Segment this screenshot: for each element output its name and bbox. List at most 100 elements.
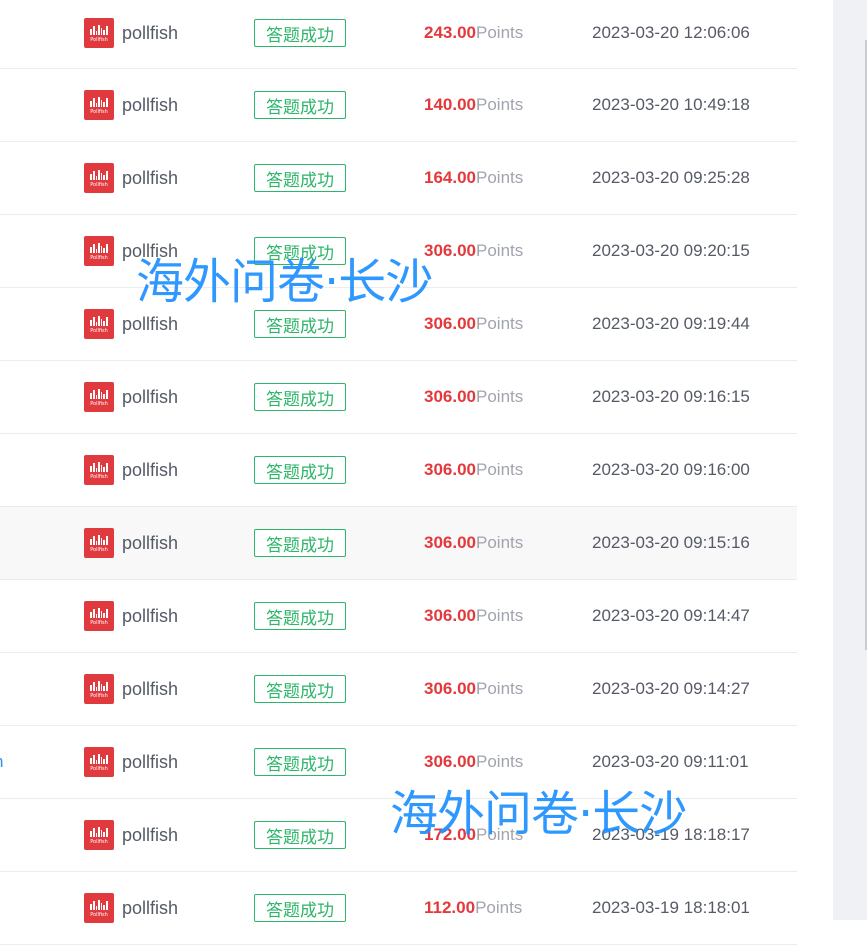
- timestamp: 2023-03-20 09:20:15: [592, 241, 750, 260]
- points-value: 243.00 Points: [424, 0, 523, 68]
- points-unit: Points: [475, 898, 523, 917]
- pollfish-logo-icon: Pollfish: [84, 528, 114, 558]
- points-number: 112.00: [424, 898, 476, 917]
- vendor-name: pollfish: [122, 459, 179, 480]
- points-number: 140.00: [424, 95, 476, 114]
- points-unit: Points: [476, 95, 524, 114]
- timestamp: 2023-03-20 09:19:44: [592, 314, 750, 333]
- logo-text: Pollfish: [90, 546, 108, 553]
- vendor-name: pollfish: [122, 897, 179, 918]
- pollfish-logo-icon: Pollfish: [84, 309, 114, 339]
- pollfish-logo-icon: Pollfish: [84, 601, 114, 631]
- points-value: 306.00 Points: [424, 580, 523, 652]
- timestamp: 2023-03-19 18:18:01: [592, 898, 750, 917]
- pollfish-logo-icon: Pollfish: [84, 455, 114, 485]
- logo-text: Pollfish: [90, 108, 108, 115]
- points-number: 243.00: [424, 23, 476, 42]
- pollfish-logo-icon: Pollfish: [84, 163, 114, 193]
- scrollbar-track[interactable]: [833, 0, 867, 920]
- points-number: 306.00: [424, 752, 476, 771]
- table-row: Pollfish pollfish 答题成功 306.00 Points 2023-03-…: [0, 653, 797, 726]
- pollfish-logo-icon: Pollfish: [84, 674, 114, 704]
- vendor-name: pollfish: [122, 94, 179, 115]
- pollfish-logo-icon: Pollfish: [84, 820, 114, 850]
- status-badge: 答题成功: [254, 91, 346, 119]
- row-link-text[interactable]: h: [0, 726, 3, 798]
- logo-text: Pollfish: [90, 911, 108, 918]
- status-badge: 答题成功: [254, 164, 346, 192]
- points-value: 112.00 Points: [424, 872, 522, 944]
- timestamp: 2023-03-20 09:25:28: [592, 168, 750, 187]
- points-value: 140.00 Points: [424, 69, 523, 141]
- logo-text: Pollfish: [90, 473, 108, 480]
- points-unit: Points: [476, 387, 524, 406]
- table-row: Pollfish pollfish 答题成功 164.00 Points 2023-03-…: [0, 142, 797, 215]
- timestamp: 2023-03-20 12:06:06: [592, 23, 750, 42]
- points-unit: Points: [476, 606, 524, 625]
- vendor-name: pollfish: [122, 678, 179, 699]
- timestamp: 2023-03-20 09:16:15: [592, 387, 750, 406]
- status-badge: 答题成功: [254, 19, 346, 47]
- timestamp: 2023-03-20 10:49:18: [592, 95, 750, 114]
- pollfish-logo-icon: Pollfish: [84, 747, 114, 777]
- pollfish-logo-icon: Pollfish: [84, 18, 114, 48]
- points-value: 306.00 Points: [424, 653, 523, 725]
- vendor-name: pollfish: [122, 605, 179, 626]
- logo-text: Pollfish: [90, 765, 108, 772]
- points-value: 306.00 Points: [424, 288, 523, 360]
- points-number: 164.00: [424, 168, 476, 187]
- points-value: 306.00 Points: [424, 361, 523, 433]
- status-badge: 答题成功: [254, 602, 346, 630]
- logo-text: Pollfish: [90, 327, 108, 334]
- table-row: Pollfish pollfish 答题成功 306.00 Points 2023-03-…: [0, 434, 797, 507]
- table-row: Pollfish pollfish 答题成功 112.00 Points 2023-03-…: [0, 872, 797, 945]
- timestamp: 2023-03-20 09:16:00: [592, 460, 750, 479]
- logo-text: Pollfish: [90, 619, 108, 626]
- points-value: 164.00 Points: [424, 142, 523, 214]
- points-value: 306.00 Points: [424, 215, 523, 287]
- table-row: Pollfish pollfish 答题成功 306.00 Points 2023-03-…: [0, 361, 797, 434]
- status-badge: 答题成功: [254, 310, 346, 338]
- points-number: 306.00: [424, 679, 476, 698]
- logo-text: Pollfish: [90, 838, 108, 845]
- pollfish-logo-icon: Pollfish: [84, 382, 114, 412]
- timestamp: 2023-03-20 09:15:16: [592, 533, 750, 552]
- pollfish-logo-icon: Pollfish: [84, 90, 114, 120]
- logo-text: Pollfish: [90, 181, 108, 188]
- watermark: 海外问卷·长沙: [136, 254, 433, 310]
- status-badge: 答题成功: [254, 748, 346, 776]
- status-badge: 答题成功: [254, 821, 346, 849]
- logo-text: Pollfish: [90, 692, 108, 699]
- points-value: 306.00 Points: [424, 507, 523, 579]
- vendor-name: pollfish: [122, 167, 179, 188]
- points-unit: Points: [476, 23, 524, 42]
- table-row: Pollfish pollfish 答题成功 306.00 Points 2023-03-…: [0, 507, 797, 580]
- points-unit: Points: [476, 241, 524, 260]
- points-number: 306.00: [424, 606, 476, 625]
- points-unit: Points: [476, 533, 524, 552]
- points-value: 306.00 Points: [424, 434, 523, 506]
- vendor-name: pollfish: [122, 386, 179, 407]
- vendor-name: pollfish: [122, 751, 179, 772]
- timestamp: 2023-03-20 09:14:27: [592, 679, 750, 698]
- pollfish-logo-icon: Pollfish: [84, 893, 114, 923]
- logo-text: Pollfish: [90, 36, 108, 43]
- logo-text: Pollfish: [90, 254, 108, 261]
- status-badge: 答题成功: [254, 529, 346, 557]
- points-unit: Points: [476, 679, 524, 698]
- status-badge: 答题成功: [254, 894, 346, 922]
- points-unit: Points: [476, 168, 524, 187]
- watermark: 海外问卷·长沙: [390, 786, 687, 842]
- points-unit: Points: [476, 460, 524, 479]
- table-row: Pollfish pollfish 答题成功 243.00 Points 2023-03-…: [0, 0, 797, 69]
- status-badge: 答题成功: [254, 675, 346, 703]
- vendor-name: pollfish: [122, 532, 179, 553]
- table-row: Pollfish pollfish 答题成功 306.00 Points 2023-03-…: [0, 580, 797, 653]
- status-badge: 答题成功: [254, 456, 346, 484]
- vendor-name: pollfish: [122, 824, 179, 845]
- status-badge: 答题成功: [254, 383, 346, 411]
- points-number: 306.00: [424, 314, 476, 333]
- points-number: 306.00: [424, 387, 476, 406]
- vendor-name: pollfish: [122, 22, 179, 43]
- timestamp: 2023-03-20 09:14:47: [592, 606, 750, 625]
